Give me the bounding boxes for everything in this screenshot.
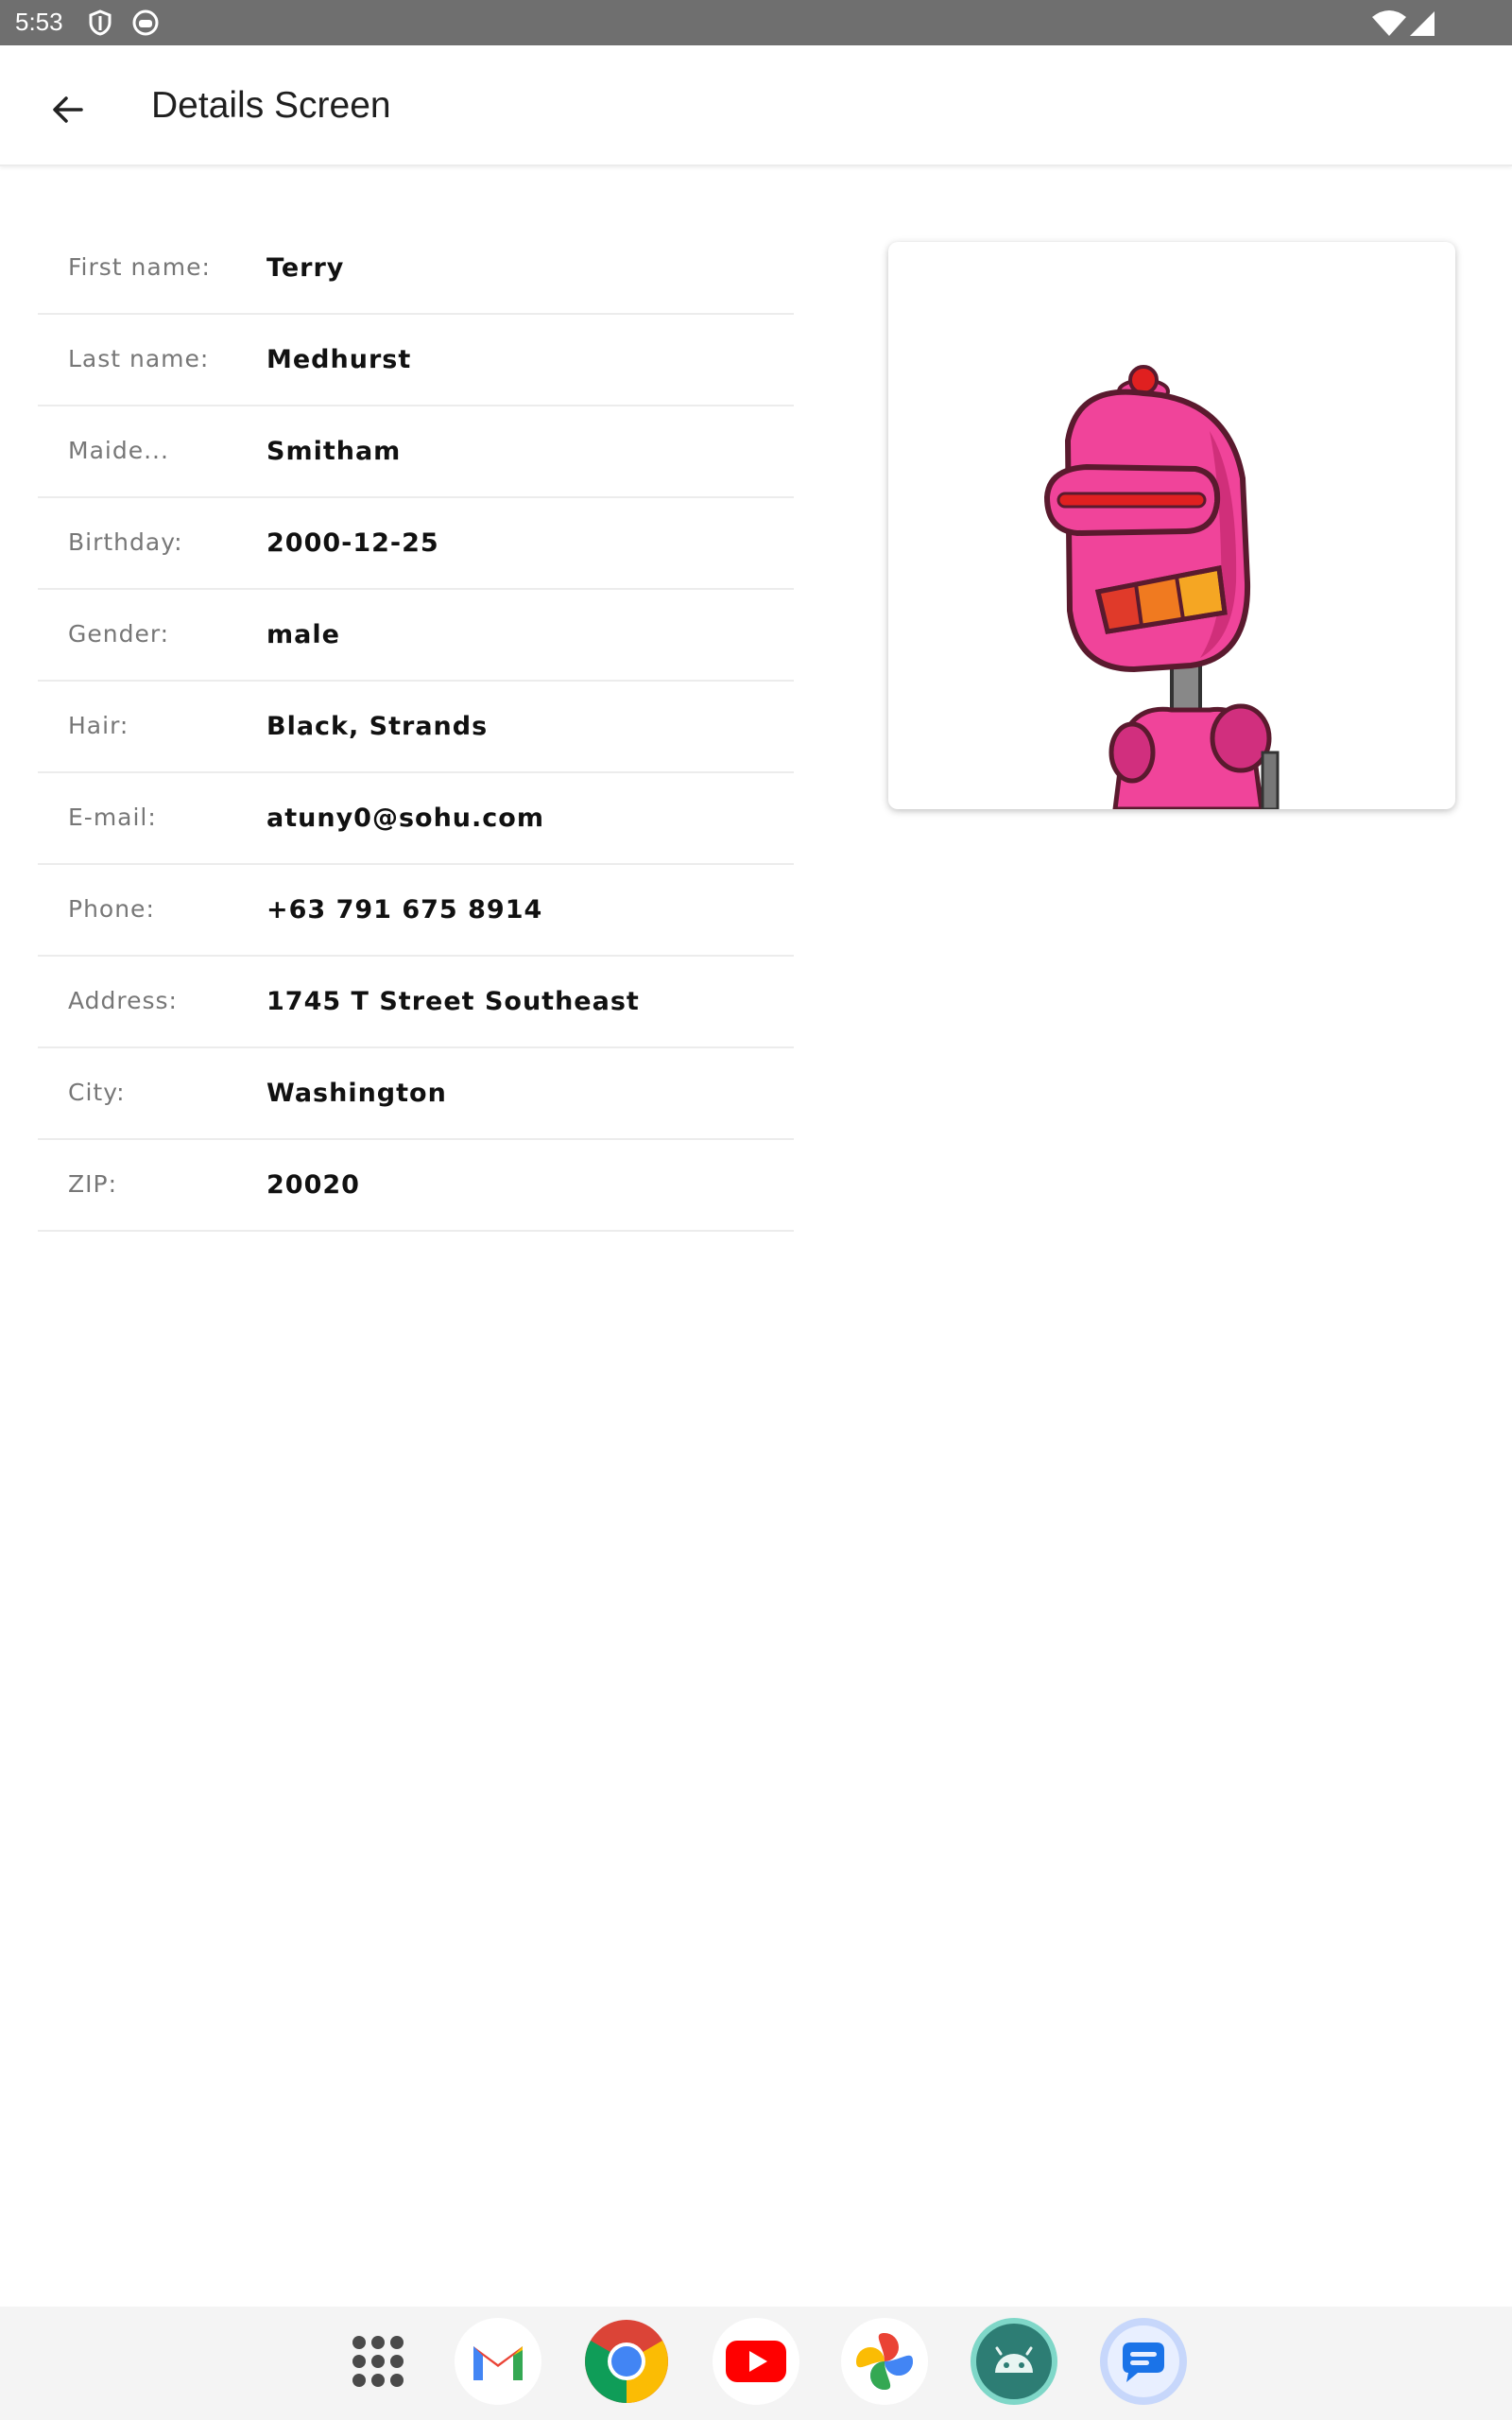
status-bar: 5:53 [0, 0, 1512, 45]
youtube-app[interactable] [713, 2318, 799, 2405]
detail-row-last-name: Last name: Medhurst [38, 315, 794, 406]
back-button[interactable] [42, 83, 94, 136]
detail-row-first-name: First name: Terry [38, 223, 794, 315]
shield-icon [85, 8, 115, 38]
detail-value: atuny0@sohu.com [266, 804, 544, 833]
android-studio-icon [976, 2324, 1052, 2399]
messages-app[interactable] [1100, 2318, 1187, 2405]
face-icon [130, 8, 161, 38]
detail-label: Phone: [68, 895, 155, 923]
detail-value: Washington [266, 1079, 447, 1108]
detail-label: ZIP: [68, 1170, 117, 1198]
app-drawer-icon [352, 2336, 404, 2387]
detail-value: +63 791 675 8914 [266, 895, 543, 925]
detail-label: Address: [68, 987, 178, 1014]
detail-row-hair: Hair: Black, Strands [38, 682, 794, 773]
avatar-card [888, 242, 1455, 809]
detail-label: Gender: [68, 620, 170, 648]
photos-app[interactable] [841, 2318, 928, 2405]
detail-row-maiden-name: Maide... Smitham [38, 406, 794, 498]
detail-value: 1745 T Street Southeast [266, 987, 640, 1016]
wifi-icon [1370, 8, 1408, 38]
arrow-back-icon [53, 96, 83, 123]
detail-value: Terry [266, 253, 345, 283]
detail-value: Medhurst [266, 345, 412, 374]
detail-row-gender: Gender: male [38, 590, 794, 682]
detail-label: City: [68, 1079, 126, 1106]
chrome-icon [585, 2320, 668, 2403]
detail-label: Hair: [68, 712, 129, 739]
dock [0, 2307, 1512, 2420]
detail-value: 2000-12-25 [266, 528, 439, 558]
android-studio-app[interactable] [971, 2318, 1057, 2405]
pink-robot-avatar [1043, 365, 1280, 809]
detail-row-phone: Phone: +63 791 675 8914 [38, 865, 794, 957]
detail-value: Black, Strands [266, 712, 489, 741]
details-list: First name: Terry Last name: Medhurst Ma… [38, 223, 794, 1232]
detail-label: Last name: [68, 345, 210, 372]
photos-icon [856, 2333, 913, 2390]
detail-value: 20020 [266, 1170, 360, 1200]
page-title: Details Screen [151, 85, 391, 126]
detail-label: Maide... [68, 437, 169, 464]
detail-row-address: Address: 1745 T Street Southeast [38, 957, 794, 1048]
detail-row-city: City: Washington [38, 1048, 794, 1140]
detail-row-email: E-mail: atuny0@sohu.com [38, 773, 794, 865]
detail-label: E-mail: [68, 804, 157, 831]
detail-value: Smitham [266, 437, 402, 466]
gmail-icon [473, 2346, 523, 2380]
status-time: 5:53 [15, 8, 63, 36]
gmail-app[interactable] [455, 2318, 541, 2405]
youtube-icon [726, 2341, 786, 2382]
detail-value: male [266, 620, 340, 649]
cell-signal-icon [1408, 8, 1438, 38]
app-bar: Details Screen [0, 45, 1512, 166]
detail-row-birthday: Birthday: 2000-12-25 [38, 498, 794, 590]
detail-label: First name: [68, 253, 211, 281]
detail-label: Birthday: [68, 528, 183, 556]
detail-row-zip: ZIP: 20020 [38, 1140, 794, 1232]
chrome-app[interactable] [583, 2318, 670, 2405]
messages-icon [1108, 2325, 1179, 2397]
app-drawer-button[interactable] [335, 2318, 421, 2405]
